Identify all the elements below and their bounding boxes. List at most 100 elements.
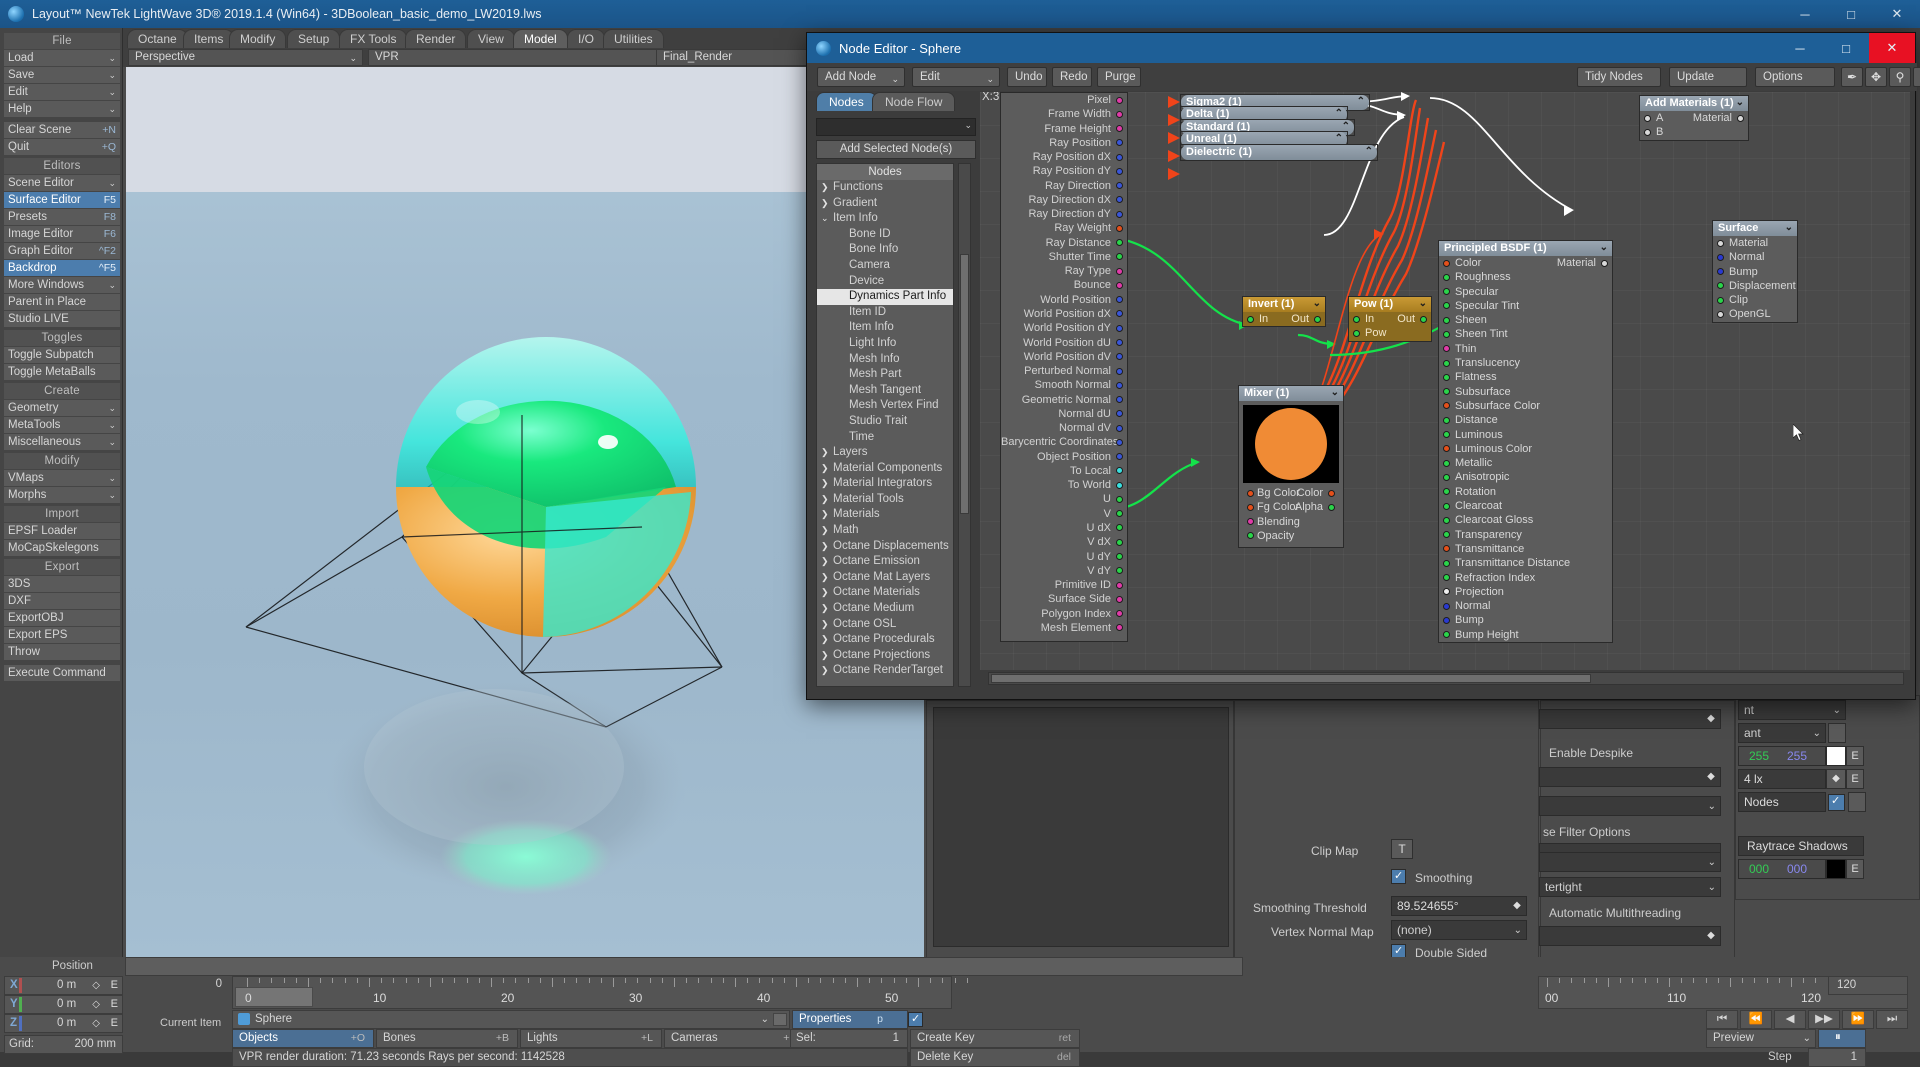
port-dot-icon[interactable]	[1443, 388, 1450, 396]
chevron-right-icon[interactable]: ❯	[821, 585, 833, 600]
chevron-right-icon[interactable]: ❯	[821, 663, 833, 678]
port-dot-icon[interactable]	[1443, 288, 1450, 296]
playback-toggle[interactable]: ⏸	[1818, 1029, 1866, 1048]
node-tree-item-octane-osl[interactable]: ❯ Octane OSL	[817, 617, 953, 633]
node-tree-item-functions[interactable]: ❯ Functions	[817, 180, 953, 196]
chevron-down-icon[interactable]: ⌄	[108, 104, 116, 115]
port-dot-icon[interactable]	[1247, 532, 1254, 540]
node-tree-item-time[interactable]: Time	[817, 430, 953, 446]
chevron-down-icon[interactable]: ⌄	[108, 490, 116, 501]
mixer-output-alpha[interactable]: Alpha	[1295, 500, 1323, 514]
bsdf-input-bump[interactable]: Bump	[1439, 613, 1612, 627]
chevron-down-icon[interactable]: ⌄	[108, 403, 116, 414]
node-editor-close-button[interactable]: ✕	[1869, 33, 1915, 63]
node-tree-item-material-integrators[interactable]: ❯ Material Integrators	[817, 476, 953, 492]
bsdf-input-thin[interactable]: Thin	[1439, 342, 1612, 356]
port-dot-icon[interactable]	[1116, 339, 1123, 347]
chevron-down-icon[interactable]: ⌄	[964, 120, 972, 131]
mixer-node[interactable]: Mixer (1) ⌄ Bg Color Color Fg Color Alpha Bl…	[1238, 385, 1344, 549]
node-editor-tab-node-flow[interactable]: Node Flow	[872, 92, 956, 111]
chevron-down-icon[interactable]: ⌄	[108, 280, 116, 291]
port-dot-icon[interactable]	[1443, 531, 1450, 539]
node-tree-item-materials[interactable]: ❯ Materials	[817, 507, 953, 523]
collapsed-node-dielectric-1-[interactable]: Dielectric (1) ⌃	[1180, 144, 1378, 161]
step-field[interactable]: 1	[1808, 1048, 1866, 1067]
pin-icon[interactable]: ✒	[1841, 67, 1863, 87]
ray-output-port-world-position-dy[interactable]: World Position dY	[1001, 321, 1127, 335]
dynamics-part-info-node[interactable]: Pixel Frame Width Frame Height Ray Position…	[1000, 92, 1128, 642]
node-editor-tab-nodes[interactable]: Nodes	[816, 92, 877, 111]
surface-node[interactable]: Surface ⌄ Material Normal Bump Displacement…	[1712, 220, 1798, 323]
port-dot-icon[interactable]	[1443, 373, 1450, 381]
port-dot-icon[interactable]	[1116, 467, 1123, 475]
bsdf-input-luminous-color[interactable]: Luminous Color	[1439, 442, 1612, 456]
mixer-input-blending[interactable]: Blending	[1243, 515, 1339, 529]
ray-output-port-ray-position[interactable]: Ray Position	[1001, 136, 1127, 150]
bsdf-input-translucency[interactable]: Translucency	[1439, 356, 1612, 370]
bsdf-input-roughness[interactable]: Roughness	[1439, 270, 1612, 284]
node-tree-item-bone-info[interactable]: Bone Info	[817, 242, 953, 258]
port-dot-icon[interactable]	[1717, 282, 1724, 290]
chevron-right-icon[interactable]: ❯	[821, 180, 833, 195]
node-tree-item-bone-id[interactable]: Bone ID	[817, 227, 953, 243]
port-dot-icon[interactable]	[1116, 210, 1123, 218]
port-dot-icon[interactable]	[1737, 114, 1744, 122]
chevron-right-icon[interactable]: ❯	[821, 601, 833, 616]
port-dot-icon[interactable]	[1443, 602, 1450, 610]
ray-output-port-ray-direction[interactable]: Ray Direction	[1001, 179, 1127, 193]
shadow-color-edit-button[interactable]: E	[1846, 859, 1864, 879]
port-dot-icon[interactable]	[1116, 595, 1123, 603]
node-tree-item-material-tools[interactable]: ❯ Material Tools	[817, 492, 953, 508]
left-panel-item-toggle-subpatch[interactable]: Toggle Subpatch	[4, 347, 120, 363]
node-editor-undo-button[interactable]: Undo	[1007, 67, 1047, 87]
node-tree-scrollbar-thumb[interactable]	[960, 254, 969, 514]
left-panel-item-backdrop[interactable]: Backdrop ^F5	[4, 260, 120, 276]
viewport-tab-fx-tools[interactable]: FX Tools	[339, 29, 408, 48]
left-panel-item-more-windows[interactable]: More Windows ⌄	[4, 277, 120, 293]
mixer-input-fg-color[interactable]: Fg Color Alpha	[1243, 500, 1339, 514]
node-tree-item-light-info[interactable]: Light Info	[817, 336, 953, 352]
properties-button[interactable]: Properties p	[792, 1010, 908, 1029]
node-tree-item-item-info[interactable]: Item Info	[817, 320, 953, 336]
left-panel-item-dxf[interactable]: DXF	[4, 593, 120, 609]
port-dot-icon[interactable]	[1116, 281, 1123, 289]
ray-output-port-v-dx[interactable]: V dX	[1001, 535, 1127, 549]
node-editor-tidy-nodes-button[interactable]: Tidy Nodes	[1577, 67, 1661, 87]
port-dot-icon[interactable]	[1116, 267, 1123, 275]
axis-stepper-icon[interactable]: ◇	[92, 977, 100, 994]
viewport-mode-dropdown[interactable]: VPR	[368, 49, 658, 66]
despike-level-stepper-icon[interactable]: ◆	[1702, 768, 1720, 786]
port-dot-icon[interactable]	[1443, 502, 1450, 510]
port-dot-icon[interactable]	[1116, 424, 1123, 432]
ray-output-port-v-dy[interactable]: V dY	[1001, 564, 1127, 578]
bsdf-input-subsurface[interactable]: Subsurface	[1439, 385, 1612, 399]
viewport-tab-octane[interactable]: Octane	[127, 29, 188, 48]
threads-stepper-icon[interactable]: ◆	[1702, 927, 1720, 945]
node-tree-item-studio-trait[interactable]: Studio Trait	[817, 414, 953, 430]
node-tree-item-octane-materials[interactable]: ❯ Octane Materials	[817, 585, 953, 601]
principled-bsdf-header[interactable]: Principled BSDF (1) ⌄	[1439, 241, 1612, 256]
viewport-tab-i-o[interactable]: I/O	[567, 29, 606, 48]
light-color-edit-button[interactable]: E	[1846, 746, 1864, 766]
chevron-right-icon[interactable]: ❯	[821, 554, 833, 569]
port-dot-icon[interactable]	[1116, 610, 1123, 618]
ray-output-port-ray-weight[interactable]: Ray Weight	[1001, 221, 1127, 235]
ray-output-port-shutter-time[interactable]: Shutter Time	[1001, 250, 1127, 264]
ray-output-port-polygon-index[interactable]: Polygon Index	[1001, 607, 1127, 621]
node-tree-item-math[interactable]: ❯ Math	[817, 523, 953, 539]
chevron-down-icon[interactable]: ⌄	[1736, 96, 1744, 110]
port-dot-icon[interactable]	[1717, 268, 1724, 276]
bsdf-input-transmittance-distance[interactable]: Transmittance Distance	[1439, 556, 1612, 570]
port-dot-icon[interactable]	[1116, 396, 1123, 404]
chevron-down-icon[interactable]: ⌄	[108, 70, 116, 81]
bsdf-input-specular[interactable]: Specular	[1439, 285, 1612, 299]
pow-exponent-port[interactable]: Pow	[1349, 326, 1431, 340]
chevron-down-icon[interactable]: ⌄	[1313, 297, 1321, 311]
port-dot-icon[interactable]	[1116, 110, 1123, 118]
port-dot-icon[interactable]	[1443, 302, 1450, 310]
chevron-down-icon[interactable]: ⌄	[986, 70, 994, 88]
port-dot-icon[interactable]	[1116, 96, 1123, 104]
ray-output-port-u-dy[interactable]: U dY	[1001, 550, 1127, 564]
node-tree-item-octane-rendertarget[interactable]: ❯ Octane RenderTarget	[817, 663, 953, 679]
node-tree-item-item-info[interactable]: ⌄ Item Info	[817, 211, 953, 227]
